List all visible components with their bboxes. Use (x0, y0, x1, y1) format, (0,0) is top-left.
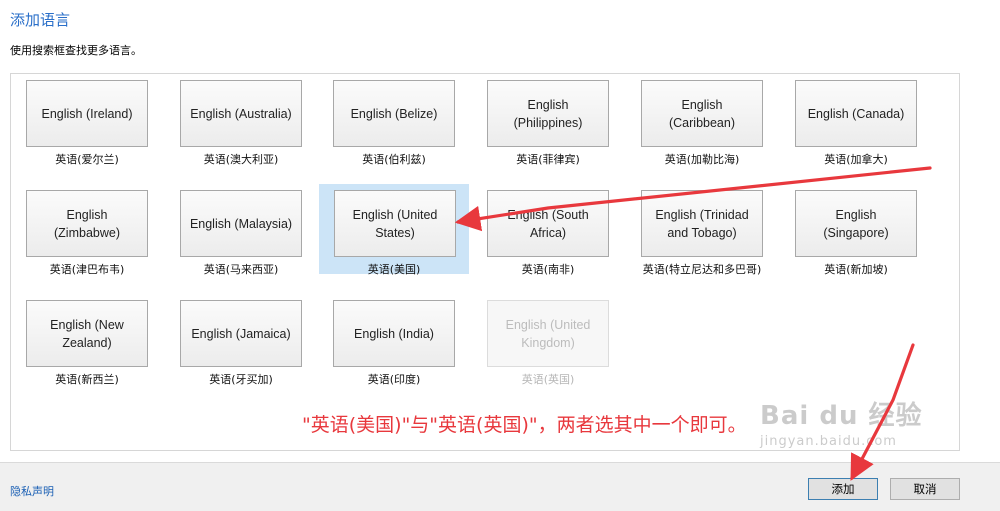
watermark-logo: Bai du 经验 (760, 401, 923, 431)
language-native-label: 英语(南非) (521, 263, 575, 276)
language-tile[interactable]: English (New Zealand) (26, 300, 148, 367)
language-native-label: 英语(印度) (367, 373, 421, 386)
language-item[interactable]: English (Ireland) 英语(爱尔兰) (17, 74, 167, 166)
language-item[interactable]: English (Zimbabwe) 英语(津巴布韦) (17, 184, 167, 276)
language-item[interactable]: English (Philippines) 英语(菲律宾) (478, 74, 628, 166)
language-tile[interactable]: English (India) (333, 300, 455, 367)
language-tile: English (United Kingdom) (487, 300, 609, 367)
language-item[interactable]: English (Singapore) 英语(新加坡) (786, 184, 936, 276)
annotation-text: "英语(美国)"与"英语(英国)"，两者选其中一个即可。 (302, 414, 747, 436)
language-tile[interactable]: English (Zimbabwe) (26, 190, 148, 257)
language-tile[interactable]: English (Australia) (180, 80, 302, 147)
privacy-link[interactable]: 隐私声明 (10, 483, 54, 499)
dialog-footer: 隐私声明 添加 取消 (0, 462, 1000, 511)
language-item[interactable]: English (Malaysia) 英语(马来西亚) (171, 184, 321, 276)
language-native-label: 英语(英国) (521, 373, 575, 386)
language-item[interactable]: English (Australia) 英语(澳大利亚) (171, 74, 321, 166)
language-tile[interactable]: English (Caribbean) (641, 80, 763, 147)
language-native-label: 英语(津巴布韦) (49, 263, 125, 276)
cancel-button[interactable]: 取消 (890, 478, 960, 500)
language-tile[interactable]: English (United States) (334, 190, 456, 257)
language-tile[interactable]: English (South Africa) (487, 190, 609, 257)
language-native-label: 英语(美国) (367, 263, 421, 276)
language-item[interactable]: English (Belize) 英语(伯利兹) (324, 74, 474, 166)
dialog-title: 添加语言 (10, 11, 71, 29)
language-native-label: 英语(牙买加) (209, 373, 273, 386)
language-native-label: 英语(新西兰) (55, 373, 119, 386)
language-tile[interactable]: English (Singapore) (795, 190, 917, 257)
language-item[interactable]: English (Canada) 英语(加拿大) (786, 74, 936, 166)
language-item[interactable]: English (South Africa) 英语(南非) (478, 184, 628, 276)
language-native-label: 英语(菲律宾) (516, 153, 580, 166)
language-native-label: 英语(特立尼达和多巴哥) (642, 263, 762, 276)
language-tile[interactable]: English (Trinidad and Tobago) (641, 190, 763, 257)
language-native-label: 英语(爱尔兰) (55, 153, 119, 166)
watermark: Bai du 经验 jingyan.baidu.com (760, 395, 923, 449)
language-item[interactable]: English (India) 英语(印度) (324, 294, 474, 386)
language-item[interactable]: English (Trinidad and Tobago) 英语(特立尼达和多巴… (632, 184, 782, 276)
language-item-selected[interactable]: English (United States) 英语(美国) (319, 184, 469, 276)
language-tile[interactable]: English (Philippines) (487, 80, 609, 147)
language-native-label: 英语(伯利兹) (362, 153, 426, 166)
language-tile[interactable]: English (Malaysia) (180, 190, 302, 257)
language-tile[interactable]: English (Ireland) (26, 80, 148, 147)
language-item-disabled: English (United Kingdom) 英语(英国) (478, 294, 628, 386)
language-item[interactable]: English (Jamaica) 英语(牙买加) (171, 294, 321, 386)
language-tile[interactable]: English (Jamaica) (180, 300, 302, 367)
language-item[interactable]: English (Caribbean) 英语(加勒比海) (632, 74, 782, 166)
language-tile[interactable]: English (Canada) (795, 80, 917, 147)
language-native-label: 英语(加勒比海) (664, 153, 740, 166)
language-item[interactable]: English (New Zealand) 英语(新西兰) (17, 294, 167, 386)
language-native-label: 英语(加拿大) (824, 153, 888, 166)
language-native-label: 英语(马来西亚) (203, 263, 279, 276)
watermark-url: jingyan.baidu.com (760, 434, 897, 449)
language-tile[interactable]: English (Belize) (333, 80, 455, 147)
dialog-subtitle: 使用搜索框查找更多语言。 (10, 44, 142, 57)
add-button[interactable]: 添加 (808, 478, 878, 500)
language-native-label: 英语(新加坡) (824, 263, 888, 276)
language-native-label: 英语(澳大利亚) (203, 153, 279, 166)
